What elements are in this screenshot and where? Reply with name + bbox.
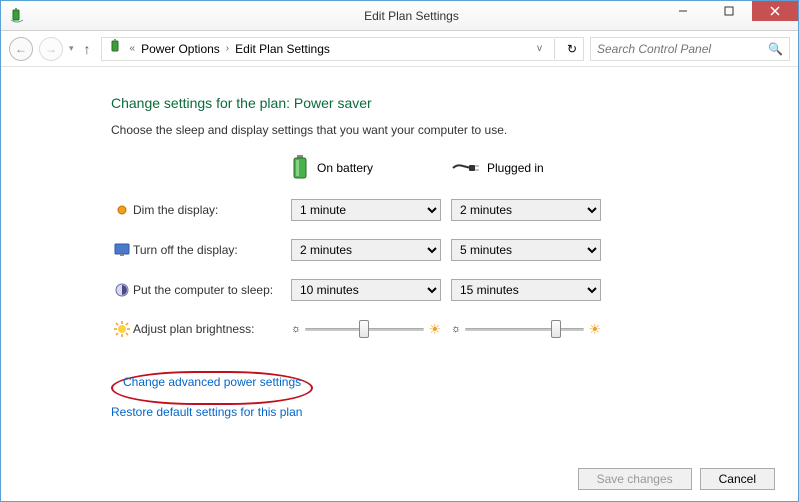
sleep-icon (111, 283, 133, 297)
brightness-icon (111, 321, 133, 337)
row-sleep: Put the computer to sleep: 10 minutes 15… (111, 279, 798, 301)
off-battery-select[interactable]: 2 minutes (291, 239, 441, 261)
footer-buttons: Save changes Cancel (578, 468, 775, 490)
dim-plugged-select[interactable]: 2 minutes (451, 199, 601, 221)
display-icon (111, 243, 133, 257)
titlebar: Edit Plan Settings (1, 1, 798, 31)
history-dropdown-icon[interactable]: ▾ (69, 43, 74, 54)
sun-low-icon: ☼ (451, 323, 461, 335)
save-changes-button[interactable]: Save changes (578, 468, 692, 490)
brightness-plugged-slider[interactable]: ☼ ☀ (451, 319, 601, 339)
row-brightness: Adjust plan brightness: ☼ ☀ ☼ ☀ (111, 319, 798, 339)
maximize-button[interactable] (706, 1, 752, 21)
column-plugged-in: Plugged in (451, 160, 611, 176)
up-button[interactable]: ↑ (80, 41, 95, 57)
battery-icon (291, 155, 309, 181)
advanced-power-settings-link[interactable]: Change advanced power settings (123, 375, 301, 389)
chevron-icon: « (130, 43, 136, 54)
sleep-battery-select[interactable]: 10 minutes (291, 279, 441, 301)
navbar: ← → ▾ ↑ « Power Options › Edit Plan Sett… (1, 31, 798, 67)
refresh-icon[interactable]: ↻ (567, 42, 577, 56)
breadcrumb[interactable]: « Power Options › Edit Plan Settings v ↻ (101, 37, 584, 61)
cancel-button[interactable]: Cancel (700, 468, 775, 490)
restore-defaults-link[interactable]: Restore default settings for this plan (111, 405, 302, 419)
page-heading: Change settings for the plan: Power save… (111, 95, 798, 111)
sun-high-icon: ☀ (588, 321, 601, 338)
forward-button[interactable]: → (39, 37, 63, 61)
row-dim-display: Dim the display: 1 minute 2 minutes (111, 199, 798, 221)
dim-battery-select[interactable]: 1 minute (291, 199, 441, 221)
close-button[interactable] (752, 1, 798, 21)
power-options-icon (108, 39, 124, 58)
power-options-icon (9, 8, 25, 24)
back-button[interactable]: ← (9, 37, 33, 61)
column-on-battery: On battery (291, 155, 451, 181)
minimize-button[interactable] (660, 1, 706, 21)
search-input[interactable] (597, 42, 768, 56)
chevron-right-icon: › (226, 43, 229, 54)
path-dropdown-icon[interactable]: v (537, 43, 542, 54)
crumb-edit-plan[interactable]: Edit Plan Settings (235, 42, 330, 56)
sun-high-icon: ☀ (428, 321, 441, 338)
off-plugged-select[interactable]: 5 minutes (451, 239, 601, 261)
page-subtext: Choose the sleep and display settings th… (111, 123, 798, 137)
brightness-battery-slider[interactable]: ☼ ☀ (291, 319, 441, 339)
dim-icon (111, 203, 133, 217)
content: Change settings for the plan: Power save… (1, 67, 798, 431)
search-box[interactable]: 🔍 (590, 37, 790, 61)
sun-low-icon: ☼ (291, 323, 301, 335)
row-turn-off-display: Turn off the display: 2 minutes 5 minute… (111, 239, 798, 261)
search-icon: 🔍 (768, 42, 783, 56)
crumb-power-options[interactable]: Power Options (141, 42, 220, 56)
plug-icon (451, 160, 479, 176)
annotation-circle: Change advanced power settings (111, 371, 313, 405)
sleep-plugged-select[interactable]: 15 minutes (451, 279, 601, 301)
